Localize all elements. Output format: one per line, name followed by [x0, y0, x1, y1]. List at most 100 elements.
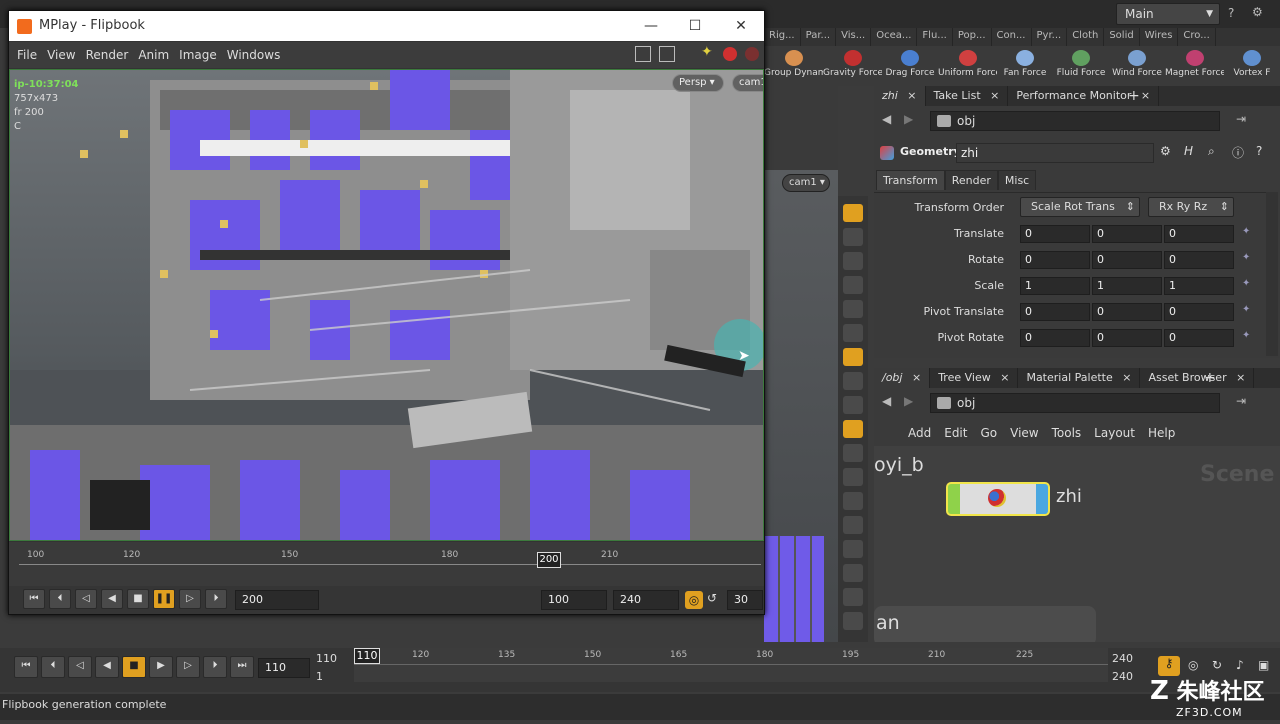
stop-icon[interactable]: ■	[122, 656, 146, 678]
shelf-tab[interactable]: Cro...	[1178, 28, 1216, 46]
network-pane-tab[interactable]: Material Palette ×	[1018, 368, 1141, 388]
play-reverse-icon[interactable]: ◀	[95, 656, 119, 678]
parameter-value-field[interactable]: 0	[1164, 225, 1234, 243]
loop-icon[interactable]: ↻	[1212, 658, 1222, 672]
flipbook-menu-item[interactable]: Anim	[138, 48, 169, 62]
next-key-icon[interactable]: ⏵	[205, 589, 227, 609]
stop-render-icon[interactable]	[723, 47, 737, 61]
flipbook-timeline[interactable]: 100 120 150 180 210 200	[9, 542, 764, 586]
shelf-tab[interactable]: Pop...	[953, 28, 992, 46]
geometry-node-zhi[interactable]	[946, 482, 1050, 516]
end-frame-bottom[interactable]: 240	[1112, 670, 1133, 683]
viewport-tool-icon[interactable]	[843, 348, 863, 366]
flipbook-cam-selector[interactable]: cam1	[732, 74, 763, 92]
cam-selector[interactable]: cam1 ▾	[782, 174, 830, 192]
node-label-oyi-b[interactable]: oyi_b	[874, 454, 924, 476]
parameter-value-field[interactable]: 0	[1164, 303, 1234, 321]
shelf-tool-button[interactable]: Gravity Force	[823, 46, 882, 86]
flipbook-menu-item[interactable]: Windows	[227, 48, 281, 62]
network-menu-item[interactable]: Edit	[944, 426, 967, 440]
parameter-subtab[interactable]: Render	[944, 170, 998, 190]
loop-toggle-icon[interactable]: ↺	[707, 591, 717, 605]
shelf-tab[interactable]: Con...	[992, 28, 1032, 46]
viewport-tool-icon[interactable]	[843, 276, 863, 294]
spark-icon[interactable]: ✦	[701, 44, 713, 60]
parameter-value-field[interactable]: 0	[1164, 329, 1234, 347]
step-back-icon[interactable]: ◁	[68, 656, 92, 678]
forward-arrow-icon[interactable]: ▶	[904, 112, 913, 126]
realtime-icon[interactable]: ◎	[1188, 658, 1198, 672]
rotate-order-select[interactable]: Rx Ry Rz ⇕	[1148, 197, 1234, 217]
close-tab-icon[interactable]: ×	[904, 89, 916, 102]
shelf-tab[interactable]: Par...	[801, 28, 837, 46]
channel-icon[interactable]: ✦	[1242, 252, 1250, 263]
pin-icon[interactable]: ⇥	[1236, 112, 1246, 126]
shelf-tab[interactable]: Solid	[1104, 28, 1140, 46]
flipbook-viewport[interactable]: ip-10:37:04 757x473 fr 200 C Persp ▾ cam…	[9, 69, 764, 541]
parameter-value-field[interactable]: 0	[1092, 303, 1162, 321]
network-add-tab-icon[interactable]: +	[1204, 368, 1216, 388]
flipbook-fps-field[interactable]: 30	[727, 590, 763, 610]
parameter-value-field[interactable]: 0	[1020, 225, 1090, 243]
record-icon[interactable]	[745, 47, 759, 61]
pause-icon[interactable]: ❚❚	[153, 589, 175, 609]
help-icon[interactable]: ?	[1228, 6, 1234, 20]
shelf-tool-button[interactable]: Drag Force	[882, 46, 938, 86]
close-button[interactable]: ✕	[719, 15, 763, 37]
viewport-tool-icon[interactable]	[843, 468, 863, 486]
realtime-toggle-icon[interactable]: ◎	[685, 591, 703, 609]
info-icon[interactable]: ⓘ	[1232, 144, 1244, 161]
shelf-tool-button[interactable]: Uniform Force	[938, 46, 997, 86]
start-frame-top[interactable]: 110	[316, 652, 337, 665]
flipbook-title-bar[interactable]: MPlay - Flipbook — ☐ ✕	[9, 11, 764, 41]
viewport-tool-icon[interactable]	[843, 516, 863, 534]
first-frame-icon[interactable]: ⏮	[14, 656, 38, 678]
shelf-tab[interactable]: Flu...	[917, 28, 953, 46]
step-back-icon[interactable]: ◁	[75, 589, 97, 609]
last-frame-icon[interactable]: ⏭	[230, 656, 254, 678]
help-h-icon[interactable]: H	[1184, 144, 1193, 158]
flipbook-current-frame[interactable]: 200	[537, 552, 561, 568]
prev-key-icon[interactable]: ⏴	[49, 589, 71, 609]
pane-add-tab-icon[interactable]: +	[1128, 86, 1140, 106]
gear-icon[interactable]: ⚙	[1160, 144, 1171, 158]
main-frame-field[interactable]: 110	[258, 658, 310, 678]
channel-icon[interactable]: ✦	[1242, 330, 1250, 341]
viewport-tool-icon[interactable]	[843, 372, 863, 390]
viewport-tool-icon[interactable]	[843, 420, 863, 438]
flipbook-frame-field[interactable]: 200	[235, 590, 319, 610]
forward-arrow-icon[interactable]: ▶	[904, 394, 913, 408]
close-tab-icon[interactable]: ×	[908, 371, 921, 384]
network-pane-tab[interactable]: /obj ×	[874, 368, 931, 388]
start-frame-bottom[interactable]: 1	[316, 670, 323, 683]
first-frame-icon[interactable]: ⏮	[23, 589, 45, 609]
network-menu-item[interactable]: Go	[980, 426, 997, 440]
shelf-tool-button[interactable]: Group Dynamic Ob...	[764, 46, 823, 86]
network-menu-item[interactable]: Help	[1148, 426, 1175, 440]
flipbook-start-field[interactable]: 100	[541, 590, 607, 610]
parameter-value-field[interactable]: 0	[1020, 251, 1090, 269]
back-arrow-icon[interactable]: ◀	[882, 112, 891, 126]
play-reverse-icon[interactable]: ◀	[101, 589, 123, 609]
network-editor-canvas[interactable]: oyi_b Scene zhi an	[874, 446, 1280, 642]
shelf-tool-button[interactable]: Magnet Force	[1165, 46, 1224, 86]
shelf-tab[interactable]: Pyr...	[1032, 28, 1068, 46]
network-box[interactable]	[874, 606, 1096, 642]
network-menu-item[interactable]: Tools	[1052, 426, 1082, 440]
viewport-tool-icon[interactable]	[843, 612, 863, 630]
prev-key-icon[interactable]: ⏴	[41, 656, 65, 678]
search-icon[interactable]: ⌕	[1208, 144, 1215, 159]
help-icon[interactable]: ?	[1256, 144, 1262, 158]
play-icon[interactable]: ▶	[149, 656, 173, 678]
channel-icon[interactable]: ✦	[1242, 226, 1250, 237]
parameter-value-field[interactable]: 1	[1164, 277, 1234, 295]
channel-icon[interactable]: ✦	[1242, 304, 1250, 315]
network-menu-item[interactable]: Add	[908, 426, 931, 440]
network-pane-tab[interactable]: Tree View ×	[930, 368, 1019, 388]
flipbook-end-field[interactable]: 240	[613, 590, 679, 610]
viewport-tool-icon[interactable]	[843, 444, 863, 462]
shelf-tool-button[interactable]: Fluid Force	[1053, 46, 1109, 86]
main-current-frame[interactable]: 110	[354, 648, 380, 664]
viewport-tool-icon[interactable]	[843, 588, 863, 606]
gear-icon[interactable]: ⚙	[1252, 5, 1263, 19]
